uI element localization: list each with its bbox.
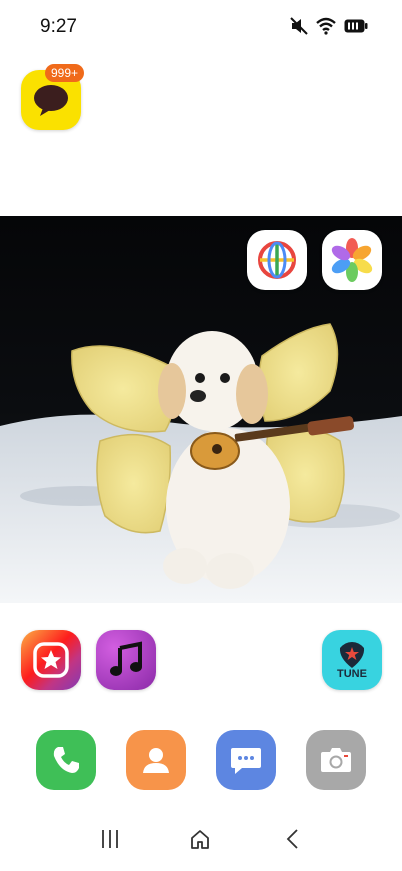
back-icon bbox=[286, 829, 298, 849]
chat-bubble-icon bbox=[34, 85, 68, 116]
messages-app-icon[interactable] bbox=[216, 730, 276, 790]
pinwheel-gallery-icon bbox=[331, 238, 373, 282]
browser-app-icon[interactable] bbox=[247, 230, 307, 290]
music-note-icon bbox=[110, 641, 142, 676]
wifi-icon bbox=[316, 17, 336, 35]
photo-widget[interactable] bbox=[0, 216, 402, 603]
camera-icon bbox=[321, 748, 351, 772]
phone-icon bbox=[53, 747, 79, 773]
messages-icon bbox=[231, 748, 261, 774]
globe-browser-icon bbox=[258, 241, 296, 279]
tune-app-icon[interactable]: TUNE bbox=[322, 630, 382, 690]
back-button[interactable] bbox=[278, 824, 308, 854]
phone-app-icon[interactable] bbox=[36, 730, 96, 790]
status-time: 9:27 bbox=[40, 16, 77, 37]
home-icon bbox=[191, 830, 209, 849]
battery-icon bbox=[344, 19, 368, 33]
tune-label: TUNE bbox=[337, 668, 367, 680]
guitar-pick-tune-icon bbox=[339, 642, 365, 668]
music-app-icon[interactable] bbox=[96, 630, 156, 690]
recents-icon bbox=[102, 830, 118, 848]
home-button[interactable] bbox=[185, 824, 215, 854]
status-icons bbox=[290, 16, 368, 36]
navigation-bar bbox=[0, 810, 402, 864]
recents-button[interactable] bbox=[95, 824, 125, 854]
status-bar: 9:27 bbox=[0, 0, 402, 54]
contacts-icon bbox=[143, 748, 169, 773]
contacts-app-icon[interactable] bbox=[126, 730, 186, 790]
camera-app-icon[interactable] bbox=[306, 730, 366, 790]
mute-icon bbox=[290, 17, 308, 35]
notification-badge: 999+ bbox=[45, 64, 85, 82]
gallery-app-icon[interactable] bbox=[322, 230, 382, 290]
instagram-icon bbox=[33, 642, 69, 678]
instagram-app-icon[interactable] bbox=[21, 630, 81, 690]
